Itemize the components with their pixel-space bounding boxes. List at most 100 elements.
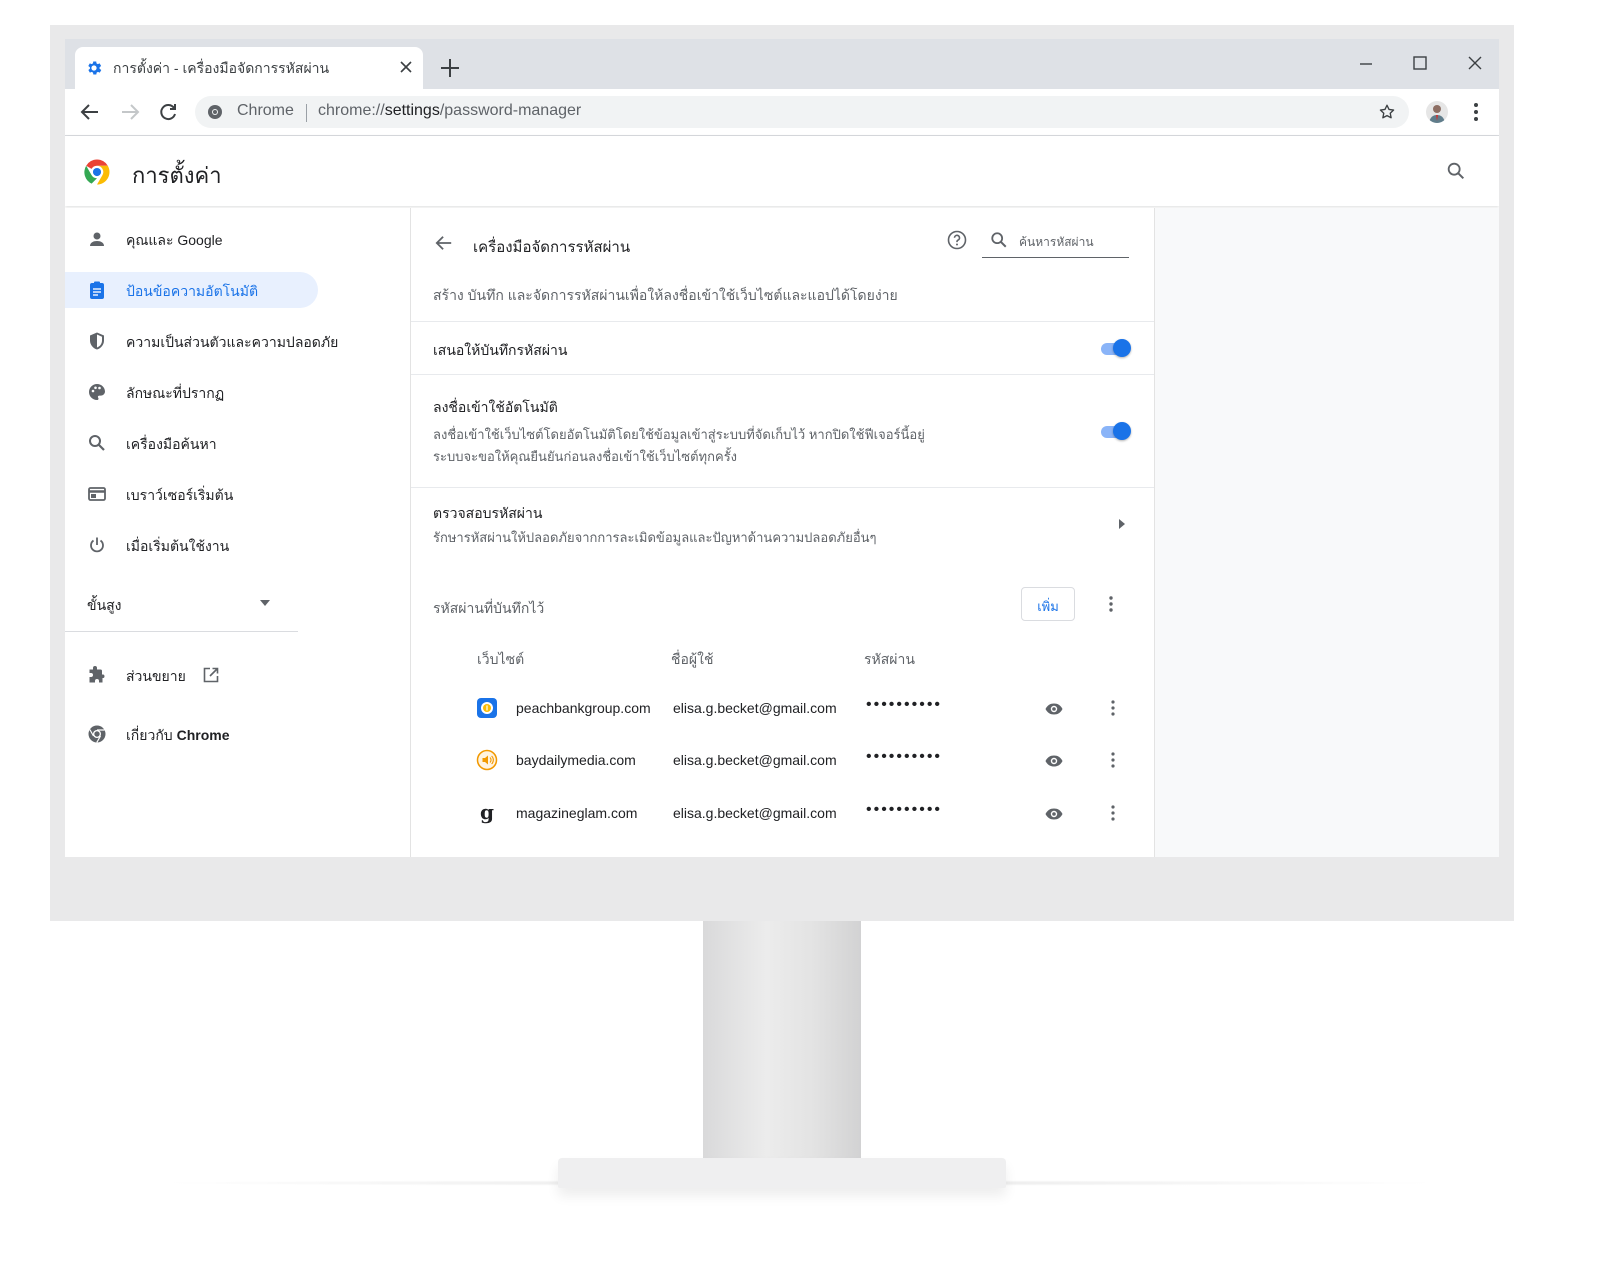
search-icon [87,433,107,453]
password-row-username: elisa.g.becket@gmail.com [673,700,837,716]
omnibox-url: chrome://settings/password-manager [318,102,581,120]
column-header-website: เว็บไซต์ [477,651,525,667]
new-tab-plus-icon[interactable] [440,58,460,78]
browser-menu-icon[interactable] [1467,102,1485,122]
password-row-username: elisa.g.becket@gmail.com [673,752,837,768]
bank-favicon-icon [476,697,498,719]
caret-down-icon [260,600,270,606]
minimize-icon[interactable] [1358,56,1374,72]
password-row[interactable]: baydailymedia.com elisa.g.becket@gmail.c… [411,734,1154,786]
chrome-logo-icon [82,157,112,187]
sidebar-advanced[interactable]: ขั้นสูง [65,588,298,620]
password-row-password: •••••••••• [866,748,943,765]
browser-window-icon [87,484,107,504]
show-password-eye-icon[interactable] [1044,699,1064,719]
omnibox-site-label: Chrome [237,102,294,119]
open-in-new-icon [202,666,220,684]
tab-title: การตั้งค่า - เครื่องมือจัดการรหัสผ่าน [113,60,330,76]
page-description: สร้าง บันทึก และจัดการรหัสผ่านเพื่อให้ลง… [433,287,898,303]
settings-body: คุณและ Google ป้อนข้อความอัตโนมัติ ความเ… [65,208,1499,857]
profile-avatar[interactable] [1426,101,1448,123]
sidebar-item-label: เมื่อเริ่มต้นใช้งาน [126,538,230,554]
monitor-stand-base [558,1158,1006,1188]
sidebar-item-extensions[interactable]: ส่วนขยาย [65,657,318,693]
speaker-favicon-icon [476,749,498,771]
settings-search-icon[interactable] [1445,160,1467,182]
monitor-stand-neck [703,921,861,1161]
sidebar-item-label: คุณและ Google [126,232,223,248]
sidebar-item-about-chrome[interactable]: เกี่ยวกับ Chrome [65,716,318,752]
sidebar-item-label: ลักษณะที่ปรากฏ [126,385,225,401]
tab-close-icon[interactable] [399,60,413,74]
row-divider [411,374,1154,375]
check-passwords-row[interactable]: ตรวจสอบรหัสผ่าน รักษารหัสผ่านให้ปลอดภัยจ… [411,488,1154,560]
offer-to-save-label: เสนอให้บันทึกรหัสผ่าน [433,342,568,358]
password-row-username: elisa.g.becket@gmail.com [673,805,837,821]
check-passwords-description: รักษารหัสผ่านให้ปลอดภัยจากการละเมิดข้อมู… [433,530,877,545]
omnibox[interactable]: Chrome chrome://settings/password-manage… [195,96,1409,128]
sidebar-item-autofill[interactable]: ป้อนข้อความอัตโนมัติ [65,272,318,308]
url-host: settings [384,102,440,119]
saved-passwords-heading: รหัสผ่านที่บันทึกไว้ [433,600,545,616]
settings-sidebar: คุณและ Google ป้อนข้อความอัตโนมัติ ความเ… [65,208,410,857]
search-icon [990,231,1008,249]
sidebar-item-label: เบราว์เซอร์เริ่มต้น [126,487,234,503]
advanced-label: ขั้นสูง [87,597,122,613]
omnibox-divider [306,104,307,122]
glam-g-favicon-icon: g [480,800,494,824]
sidebar-item-default-browser[interactable]: เบราว์เซอร์เริ่มต้น [65,476,318,512]
bookmark-star-icon[interactable] [1378,103,1396,121]
search-passwords-input[interactable]: ค้นหารหัสผ่าน [982,221,1129,258]
sidebar-divider [65,631,298,632]
password-row[interactable]: peachbankgroup.com elisa.g.becket@gmail.… [411,682,1154,734]
auto-signin-toggle[interactable] [1099,421,1131,441]
column-header-username: ชื่อผู้ใช้ [671,651,714,667]
back-arrow-icon[interactable] [80,102,100,122]
sidebar-item-privacy[interactable]: ความเป็นส่วนตัวและความปลอดภัย [65,323,338,359]
url-path: /password-manager [439,102,582,119]
password-row[interactable]: g magazineglam.com elisa.g.becket@gmail.… [411,787,1154,839]
power-icon [87,535,107,555]
shield-icon [87,331,107,351]
row-more-options-icon[interactable] [1103,803,1123,823]
sidebar-item-label: เครื่องมือค้นหา [126,436,217,452]
column-header-password: รหัสผ่าน [864,651,915,667]
settings-title: การตั้งค่า [132,163,222,188]
password-row-password: •••••••••• [866,801,943,818]
url-scheme: chrome:// [318,102,385,119]
show-password-eye-icon[interactable] [1044,804,1064,824]
sidebar-item-you-and-google[interactable]: คุณและ Google [65,221,318,257]
maximize-icon[interactable] [1412,55,1428,71]
reload-icon[interactable] [158,102,178,122]
row-divider [411,321,1154,322]
check-passwords-label: ตรวจสอบรหัสผ่าน [433,505,543,521]
password-manager-panel: เครื่องมือจัดการรหัสผ่าน ค้นหารหัสผ่าน ส… [410,208,1155,857]
clipboard-icon [87,280,107,300]
browser-toolbar: Chrome chrome://settings/password-manage… [65,89,1499,136]
offer-to-save-toggle[interactable] [1099,338,1131,358]
chevron-right-icon [1118,518,1126,530]
window-close-icon[interactable] [1467,55,1483,71]
add-password-button[interactable]: เพิ่ม [1021,587,1075,621]
sidebar-item-label: ส่วนขยาย [126,668,186,684]
forward-arrow-icon[interactable] [120,102,140,122]
page-title: เครื่องมือจัดการรหัสผ่าน [473,239,631,256]
saved-passwords-menu-icon[interactable] [1101,594,1121,614]
show-password-eye-icon[interactable] [1044,751,1064,771]
sidebar-item-label: เกี่ยวกับ Chrome [126,727,230,743]
row-more-options-icon[interactable] [1103,750,1123,770]
person-icon [87,229,107,249]
auto-signin-label: ลงชื่อเข้าใช้อัตโนมัติ [433,399,558,415]
sidebar-item-on-startup[interactable]: เมื่อเริ่มต้นใช้งาน [65,527,318,563]
sidebar-item-label: ความเป็นส่วนตัวและความปลอดภัย [126,334,339,350]
help-icon[interactable] [947,230,967,250]
tab-settings[interactable]: การตั้งค่า - เครื่องมือจัดการรหัสผ่าน [75,47,423,89]
row-more-options-icon[interactable] [1103,698,1123,718]
chrome-site-icon [207,104,223,120]
browser-window: การตั้งค่า - เครื่องมือจัดการรหัสผ่าน Ch… [65,39,1499,857]
settings-gear-icon [85,59,103,77]
sidebar-item-search-engine[interactable]: เครื่องมือค้นหา [65,425,318,461]
back-arrow-icon[interactable] [435,234,453,252]
sidebar-item-appearance[interactable]: ลักษณะที่ปรากฏ [65,374,318,410]
chrome-outline-icon [87,724,107,744]
